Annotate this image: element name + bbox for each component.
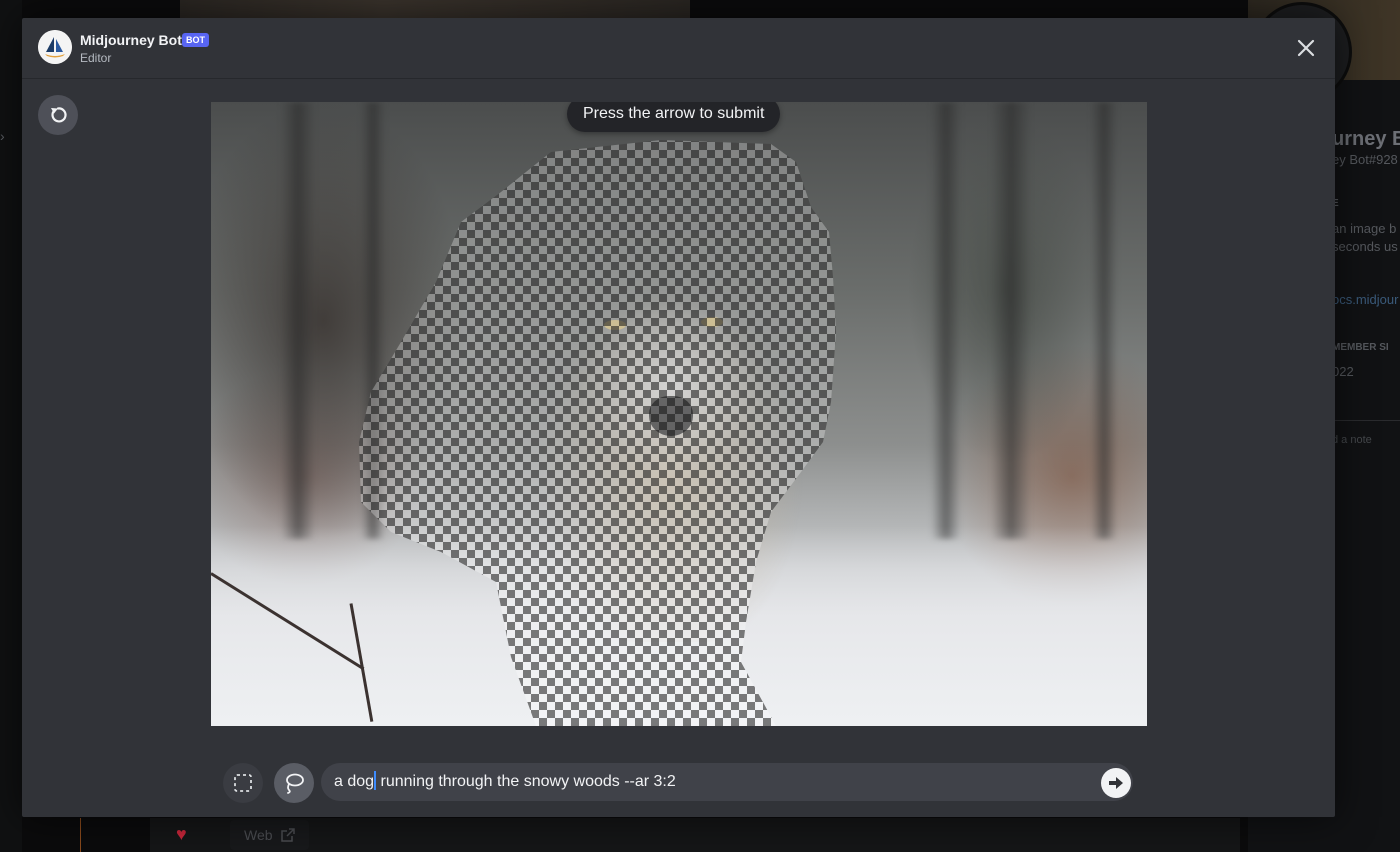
profile-name: urney Bo [1332,128,1400,150]
bot-name[interactable]: Midjourney Bot [80,32,182,48]
bot-avatar[interactable] [38,30,72,64]
rectangle-select-button[interactable] [223,763,263,803]
web-link-label: Web [244,827,273,843]
midjourney-logo-icon [38,30,72,64]
prompt-text-after-caret: running through the snowy woods --ar 3:2 [376,773,676,790]
submit-button[interactable] [1101,768,1131,798]
profile-tag: ey Bot#928 [1332,152,1398,167]
erased-selection-mask[interactable] [211,102,1147,726]
prompt-input[interactable]: a dog running through the snowy woods --… [321,763,1133,801]
profile-about-link[interactable]: ocs.midjour [1332,292,1398,307]
undo-button[interactable] [38,95,78,135]
background-message-image-strip [180,0,690,18]
submit-hint-tooltip: Press the arrow to submit [567,102,781,132]
modal-subtitle: Editor [80,51,112,65]
heart-icon[interactable]: ♥ [176,824,187,845]
profile-member-since-heading: MEMBER SI [1332,342,1389,353]
profile-note-input[interactable]: d a note [1332,434,1372,446]
modal-header: Midjourney Bot BOT Editor [22,18,1335,79]
image-canvas[interactable]: Press the arrow to submit [211,102,1147,726]
bot-badge: BOT [182,33,209,47]
lasso-select-button[interactable] [274,763,314,803]
profile-member-since-value: 022 [1332,364,1354,379]
lasso-select-icon [286,773,304,794]
rectangle-select-icon [234,774,252,792]
profile-divider [1332,420,1400,421]
arrow-right-icon [1109,777,1123,789]
undo-icon [51,107,67,123]
prompt-text[interactable]: a dog running through the snowy woods --… [334,763,676,801]
editor-modal: Midjourney Bot BOT Editor Press the arro… [22,18,1335,817]
profile-about-text: an image b seconds us ! [1332,221,1398,272]
prompt-text-before-caret: a dog [334,773,375,790]
external-link-icon [280,828,295,842]
close-button[interactable] [1290,34,1322,62]
close-icon [1297,39,1315,57]
background-message-footer [150,818,1240,852]
left-caret-icon: › [0,128,5,144]
web-link-button[interactable]: Web [230,820,309,850]
background-divider [80,818,81,852]
